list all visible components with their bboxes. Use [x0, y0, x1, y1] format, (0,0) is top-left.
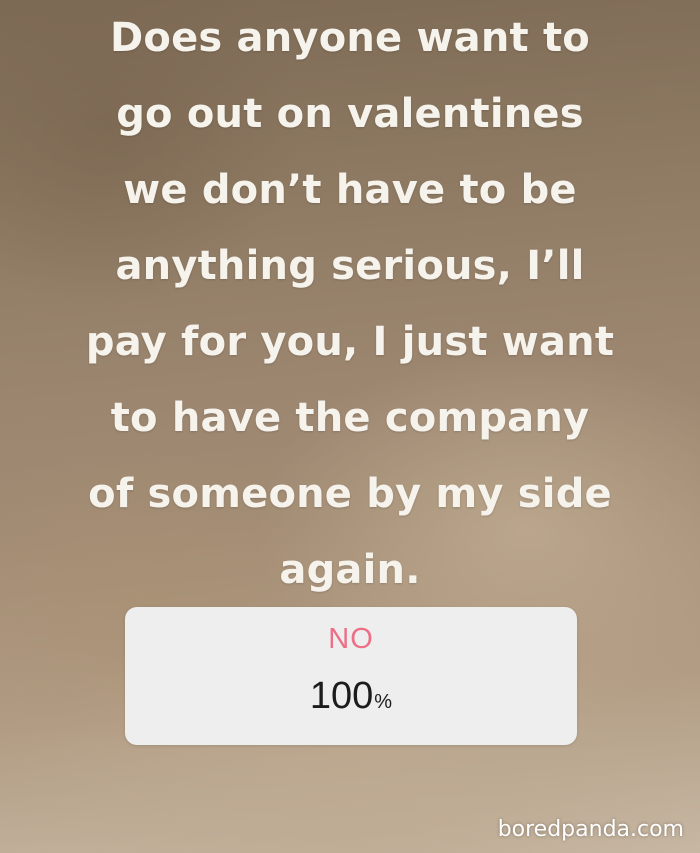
caption-line: of someone by my side — [88, 471, 612, 517]
poll-result-unit: % — [374, 691, 393, 713]
poll-result-card: NO 100% — [125, 607, 577, 745]
watermark-text: boredpanda.com — [497, 817, 684, 842]
caption-line: we don’t have to be — [123, 167, 577, 213]
caption-line: anything serious, I’ll — [115, 243, 585, 289]
poll-result-value: 100 — [309, 675, 374, 717]
story-caption: Does anyone want to go out on valentines… — [20, 0, 680, 608]
caption-line: pay for you, I just want — [85, 319, 615, 365]
caption-line: again. — [279, 547, 421, 593]
poll-result: 100% — [125, 675, 577, 718]
poll-option-label: NO — [328, 623, 374, 655]
story-screen: { "story": { "lines": [ "Does anyone wan… — [0, 0, 700, 853]
caption-line: go out on valentines — [116, 91, 584, 137]
caption-line: to have the company — [110, 395, 590, 441]
caption-line: Does anyone want to — [110, 15, 590, 61]
